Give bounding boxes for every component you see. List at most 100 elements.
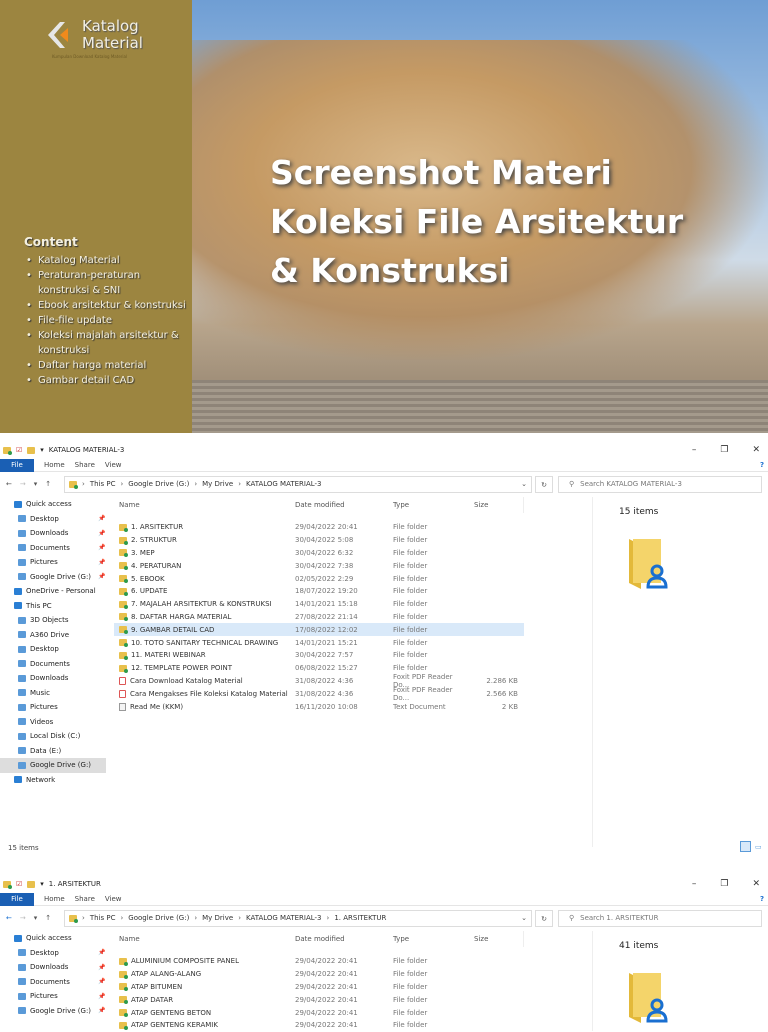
nav-item[interactable]: Desktop 📌 [0,512,106,527]
new-folder-icon[interactable] [27,446,36,454]
nav-item[interactable]: Local Disk (C:) [0,729,106,744]
nav-item[interactable]: Downloads 📌 [0,526,106,541]
search-input[interactable]: ⚲ Search 1. ARSITEKTUR [558,909,762,927]
pin-icon[interactable]: 📌 [98,559,105,566]
nav-item[interactable]: Documents [0,657,106,672]
file-row[interactable]: 10. TOTO SANITARY TECHNICAL DRAWING 14/01… [114,636,524,649]
column-header-size[interactable]: Size [470,935,522,943]
pin-icon[interactable]: 📌 [98,993,105,1000]
recent-dropdown[interactable]: ▾ [34,914,38,922]
breadcrumb-item[interactable]: KATALOG MATERIAL-3 [246,914,322,922]
nav-item[interactable]: Documents 📌 [0,975,106,990]
close-button[interactable]: ✕ [752,879,760,889]
address-bar[interactable]: › This PC › Google Drive (G:) › My Drive › KATA… [64,909,532,927]
close-button[interactable]: ✕ [752,445,760,455]
forward-button[interactable]: → [20,480,26,488]
tab-file[interactable]: File [0,892,34,906]
nav-item[interactable]: Google Drive (G:) [0,758,106,773]
back-button[interactable]: ← [6,480,12,488]
forward-button[interactable]: → [20,914,26,922]
pin-icon[interactable]: 📌 [98,1007,105,1014]
nav-item[interactable]: Downloads 📌 [0,960,106,975]
pin-icon[interactable]: 📌 [98,573,105,580]
nav-item[interactable]: Downloads [0,671,106,686]
nav-item[interactable]: Pictures 📌 [0,555,106,570]
file-row[interactable]: 11. MATERI WEBINAR 30/04/2022 7:57 File fo… [114,649,524,662]
breadcrumb-item[interactable]: This PC [90,480,116,488]
breadcrumb-item[interactable]: Google Drive (G:) [128,480,189,488]
new-folder-icon[interactable] [27,880,36,888]
tab-share[interactable]: Share [75,461,95,469]
nav-item[interactable]: This PC [0,599,106,614]
nav-item[interactable]: Network [0,773,106,788]
pin-icon[interactable]: 📌 [98,949,105,956]
file-row[interactable]: ATAP BITUMEN 29/04/2022 20:41 File folder [114,981,524,994]
file-row[interactable]: 6. UPDATE 18/07/2022 19:20 File folder [114,585,524,598]
chevron-down-icon[interactable]: ⌄ [521,480,527,488]
column-header-type[interactable]: Type [390,935,470,943]
nav-item[interactable]: Documents 📌 [0,541,106,556]
dropdown-icon[interactable]: ▾ [40,880,44,888]
back-button[interactable]: ← [6,914,12,922]
nav-item[interactable]: Desktop 📌 [0,946,106,961]
breadcrumb-item[interactable]: Google Drive (G:) [128,914,189,922]
maximize-button[interactable]: ❐ [720,879,728,889]
nav-item[interactable]: OneDrive - Personal [0,584,106,599]
file-row[interactable]: ATAP ALANG-ALANG 29/04/2022 20:41 File fol… [114,968,524,981]
nav-item[interactable]: Quick access [0,931,106,946]
up-button[interactable]: ↑ [45,480,51,488]
column-header-size[interactable]: Size [470,501,522,509]
nav-item[interactable]: Pictures [0,700,106,715]
column-header-name[interactable]: Name [114,501,292,509]
column-header-date-modified[interactable]: Date modified [292,935,390,943]
column-header-date-modified[interactable]: Date modified [292,501,390,509]
breadcrumb-item[interactable]: My Drive [202,480,233,488]
up-button[interactable]: ↑ [45,914,51,922]
refresh-button[interactable]: ↻ [535,475,553,493]
file-row[interactable]: ATAP GENTENG BETON 29/04/2022 20:41 File f… [114,1006,524,1019]
nav-item[interactable]: A360 Drive [0,628,106,643]
nav-item[interactable]: Google Drive (G:) 📌 [0,570,106,585]
file-row[interactable]: ATAP DATAR 29/04/2022 20:41 File folder [114,993,524,1006]
properties-icon[interactable]: ☑ [16,446,22,454]
file-row[interactable]: 2. STRUKTUR 30/04/2022 5:08 File folder [114,534,524,547]
file-row[interactable]: 7. MAJALAH ARSITEKTUR & KONSTRUKSI 14/01/… [114,598,524,611]
chevron-down-icon[interactable]: ⌄ [521,914,527,922]
nav-item[interactable]: Google Drive (G:) 📌 [0,1004,106,1019]
file-row[interactable]: Read Me (KKM) 16/11/2020 10:08 Text Docume… [114,700,524,713]
nav-item[interactable]: Pictures 📌 [0,989,106,1004]
file-row[interactable]: ATAP GENTENG KERAMIK 29/04/2022 20:41 File… [114,1019,524,1032]
breadcrumb-item[interactable]: KATALOG MATERIAL-3 [246,480,322,488]
file-row[interactable]: 8. DAFTAR HARGA MATERIAL 27/08/2022 21:14… [114,611,524,624]
nav-item[interactable]: Data (E:) [0,744,106,759]
file-row[interactable]: 4. PERATURAN 30/04/2022 7:38 File folder [114,559,524,572]
column-header-name[interactable]: Name [114,935,292,943]
tab-view[interactable]: View [105,461,122,469]
help-icon[interactable]: ? [760,461,764,469]
breadcrumb-item[interactable]: This PC [90,914,116,922]
column-header-type[interactable]: Type [390,501,470,509]
file-row[interactable]: 3. MEP 30/04/2022 6:32 File folder [114,547,524,560]
nav-item[interactable]: Quick access [0,497,106,512]
tab-view[interactable]: View [105,895,122,903]
file-row[interactable]: Cara Mengakses File Koleksi Katalog Mate… [114,686,524,702]
nav-item[interactable]: 3D Objects [0,613,106,628]
refresh-button[interactable]: ↻ [535,909,553,927]
nav-item[interactable]: Videos [0,715,106,730]
pin-icon[interactable]: 📌 [98,964,105,971]
help-icon[interactable]: ? [760,895,764,903]
file-row[interactable]: 1. ARSITEKTUR 29/04/2022 20:41 File folder [114,521,524,534]
maximize-button[interactable]: ❐ [720,445,728,455]
large-icons-view-button[interactable]: ▭ [755,843,762,851]
file-row[interactable]: ALUMINIUM COMPOSITE PANEL 29/04/2022 20:4… [114,955,524,968]
pin-icon[interactable]: 📌 [98,515,105,522]
file-row[interactable]: 5. EBOOK 02/05/2022 2:29 File folder [114,572,524,585]
search-input[interactable]: ⚲ Search KATALOG MATERIAL-3 [558,475,762,493]
minimize-button[interactable]: – [692,879,697,889]
tab-home[interactable]: Home [44,895,65,903]
details-view-button[interactable] [740,841,751,852]
nav-item[interactable]: Desktop [0,642,106,657]
pin-icon[interactable]: 📌 [98,978,105,985]
nav-item[interactable]: Music [0,686,106,701]
file-row[interactable]: 9. GAMBAR DETAIL CAD 17/08/2022 12:02 File… [114,623,524,637]
